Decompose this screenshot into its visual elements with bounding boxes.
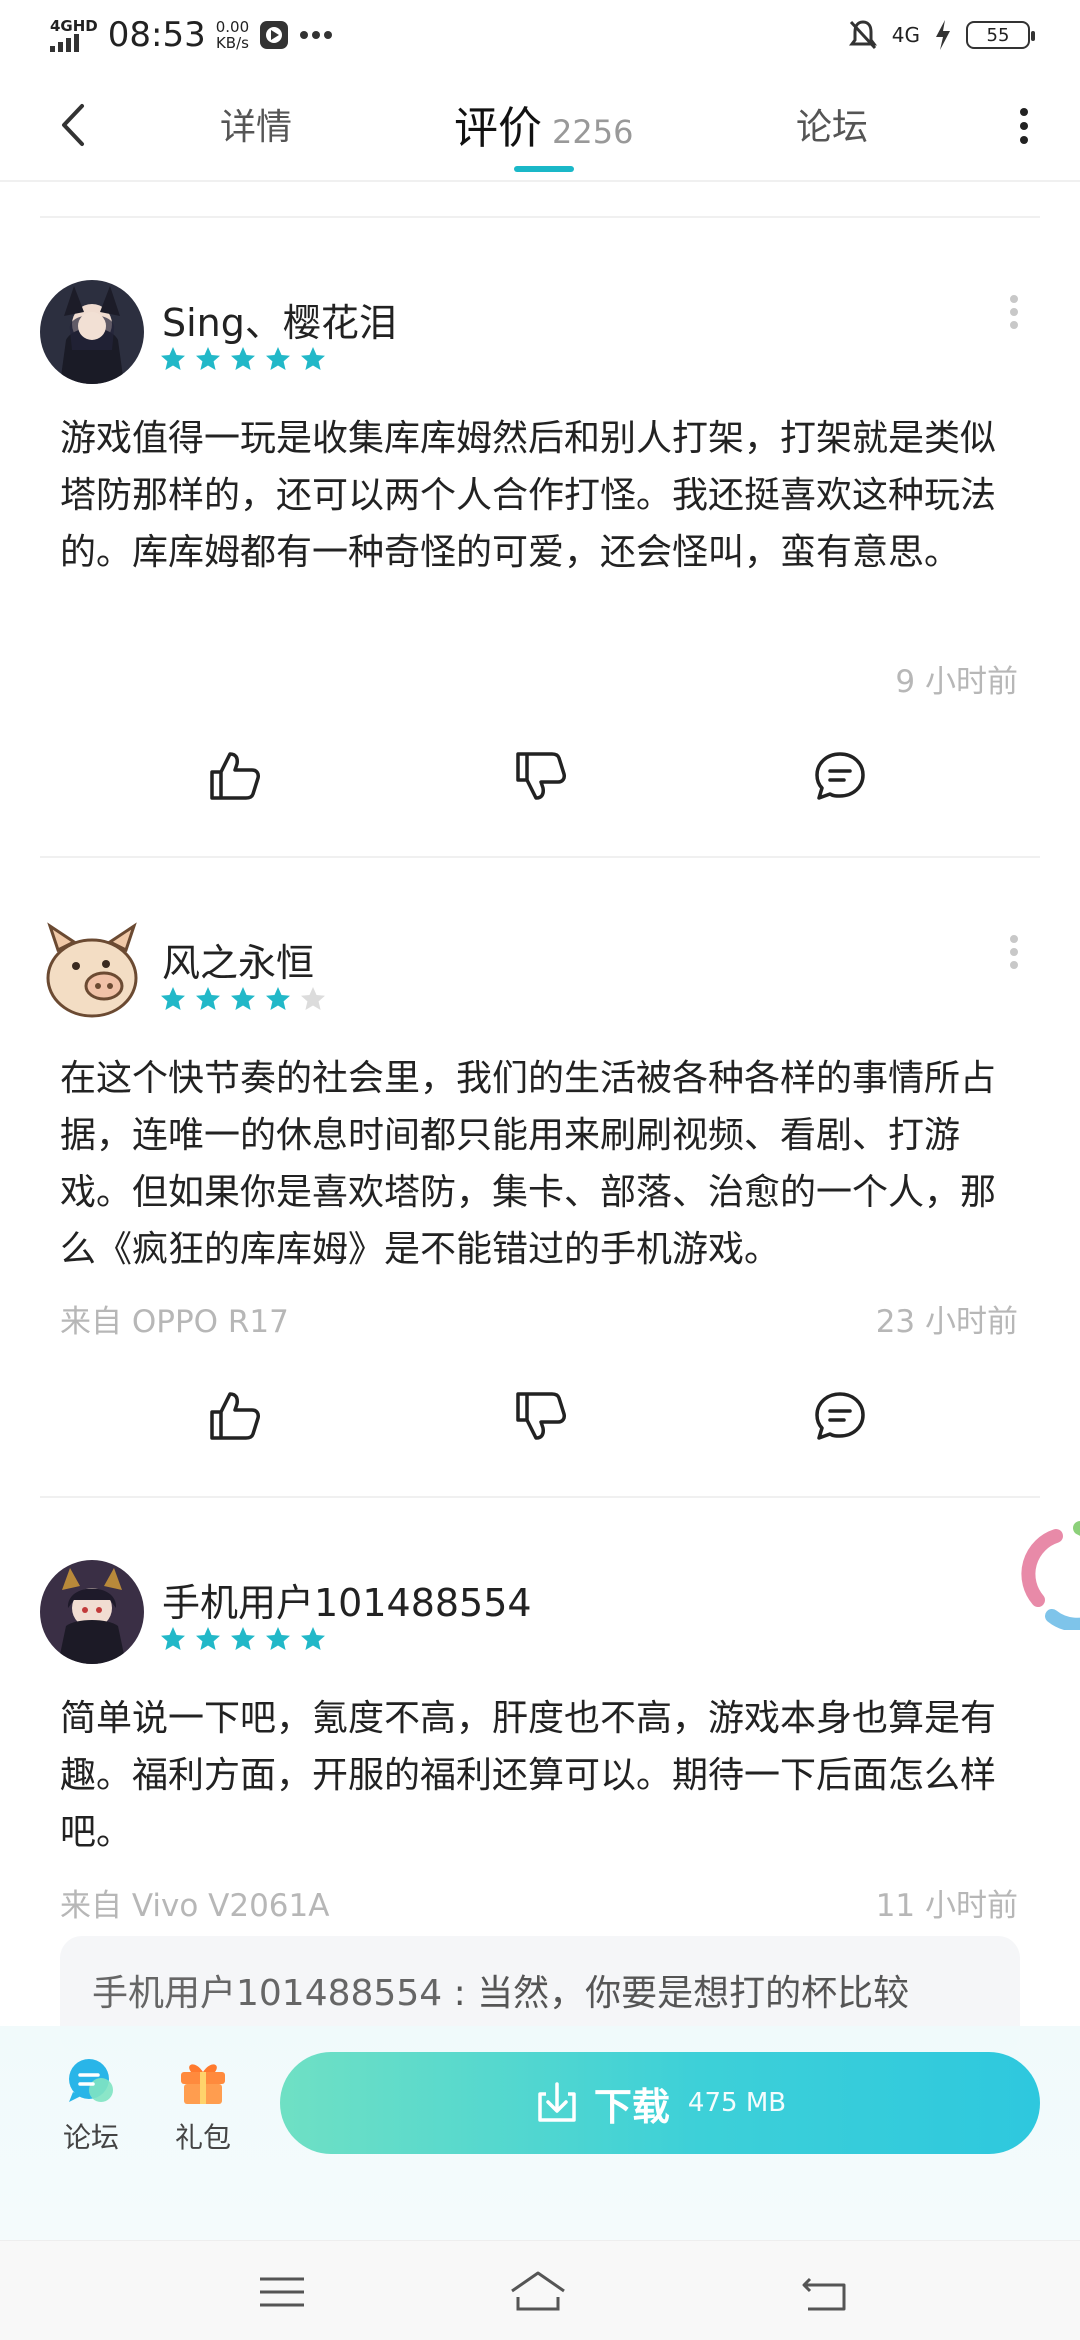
download-size: 475 MB xyxy=(687,2088,787,2118)
forum-button[interactable]: 论坛 xyxy=(46,2056,136,2156)
star-icon xyxy=(301,347,325,370)
download-button[interactable]: 下载 475 MB xyxy=(280,2052,1040,2154)
charging-icon xyxy=(936,20,950,50)
review-username[interactable]: Sing、樱花泪 xyxy=(162,292,397,347)
bottom-action-bar: 论坛 礼包 下载 475 MB xyxy=(0,2026,1080,2240)
dislike-icon[interactable] xyxy=(512,748,568,804)
gift-icon xyxy=(181,2064,225,2104)
reply-separator: : xyxy=(442,1973,478,2014)
review-device: 来自 OPPO R17 xyxy=(60,1304,289,1340)
net-speed-value: 0.00 xyxy=(215,18,250,36)
star-icon xyxy=(231,1627,255,1650)
review-more-icon[interactable] xyxy=(1008,934,1020,970)
review-more-icon[interactable] xyxy=(1008,294,1020,330)
review-time: 11 小时前 xyxy=(875,1888,1018,1924)
review-text: 游戏值得一玩是收集库库姆然后和别人打架，打架就是类似塔防那样的，还可以两个人合作… xyxy=(60,418,997,573)
back-nav-icon[interactable] xyxy=(796,2267,856,2317)
dislike-icon[interactable] xyxy=(512,1388,568,1444)
system-nav-bar xyxy=(0,2240,1080,2340)
star-icon xyxy=(161,987,185,1010)
tab-reviews[interactable]: 评价 2256 xyxy=(454,92,633,156)
battery-level: 55 xyxy=(986,24,1010,46)
media-icon xyxy=(260,21,289,49)
net-speed-unit: KB/s xyxy=(215,34,249,52)
clock: 08:53 xyxy=(107,15,206,55)
more-menu-icon[interactable] xyxy=(1012,104,1036,148)
review-time: 9 小时前 xyxy=(895,664,1018,700)
divider xyxy=(40,1496,1040,1498)
review-count: 2256 xyxy=(552,113,634,151)
divider xyxy=(40,216,1040,218)
star-icon xyxy=(266,987,290,1010)
download-icon xyxy=(538,2082,576,2122)
download-label: 下载 xyxy=(593,2084,670,2129)
floating-ring-icon[interactable] xyxy=(1018,1520,1080,1630)
status-bar: 4GHD 08:53 0.00 KB/s 4G 55 xyxy=(0,0,1080,70)
avatar[interactable] xyxy=(40,280,144,384)
star-icon xyxy=(266,347,290,370)
star-rating xyxy=(160,986,326,1012)
comment-icon[interactable] xyxy=(812,748,868,804)
gift-label: 礼包 xyxy=(174,2121,231,2154)
reply-text: 当然，你要是想打的杯比较 xyxy=(477,1973,910,2014)
avatar[interactable] xyxy=(40,920,144,1024)
like-icon[interactable] xyxy=(206,1388,262,1444)
review-time: 23 小时前 xyxy=(875,1304,1018,1340)
more-notifications-icon xyxy=(300,31,333,39)
review-username[interactable]: 手机用户101488554 xyxy=(162,1572,532,1627)
network-4g: 4G xyxy=(891,23,920,47)
star-icon xyxy=(231,347,255,370)
star-rating xyxy=(160,1626,326,1652)
tab-indicator xyxy=(514,166,574,172)
home-icon[interactable] xyxy=(508,2267,568,2317)
star-icon xyxy=(301,987,325,1010)
tab-details[interactable]: 详情 xyxy=(220,98,292,150)
mute-bell-icon xyxy=(848,20,877,50)
like-icon[interactable] xyxy=(206,748,262,804)
avatar[interactable] xyxy=(40,1560,144,1664)
comment-icon[interactable] xyxy=(812,1388,868,1444)
star-icon xyxy=(231,987,255,1010)
menu-icon[interactable] xyxy=(252,2267,312,2317)
divider xyxy=(40,856,1040,858)
network-type: 4GHD xyxy=(50,17,98,35)
star-icon xyxy=(266,1627,290,1650)
tab-forum[interactable]: 论坛 xyxy=(796,98,868,150)
star-icon xyxy=(196,987,220,1010)
net-speed: 0.00 KB/s xyxy=(216,19,249,51)
star-icon xyxy=(161,1627,185,1650)
signal-icon: 4GHD xyxy=(50,18,98,52)
forum-label: 论坛 xyxy=(62,2121,119,2154)
review-text: 在这个快节奏的社会里，我们的生活被各种各样的事情所占据，连唯一的休息时间都只能用… xyxy=(60,1058,997,1270)
star-icon xyxy=(196,1627,220,1650)
star-icon xyxy=(301,1627,325,1650)
gift-button[interactable]: 礼包 xyxy=(158,2056,248,2156)
star-icon xyxy=(161,347,185,370)
battery-icon: 55 xyxy=(966,21,1035,49)
reply-username: 手机用户101488554 xyxy=(92,1973,443,2014)
review-username[interactable]: 风之永恒 xyxy=(162,932,314,987)
tab-reviews-label: 评价 xyxy=(454,103,542,154)
review-device: 来自 Vivo V2061A xyxy=(60,1888,330,1924)
star-icon xyxy=(196,347,220,370)
forum-chat-icon xyxy=(69,2059,113,2102)
back-icon[interactable] xyxy=(50,100,100,150)
top-nav: 详情 评价 2256 论坛 xyxy=(0,70,1080,182)
star-rating xyxy=(160,346,326,372)
review-text: 简单说一下吧，氪度不高，肝度也不高，游戏本身也算是有趣。福利方面，开服的福利还算… xyxy=(60,1698,997,1853)
